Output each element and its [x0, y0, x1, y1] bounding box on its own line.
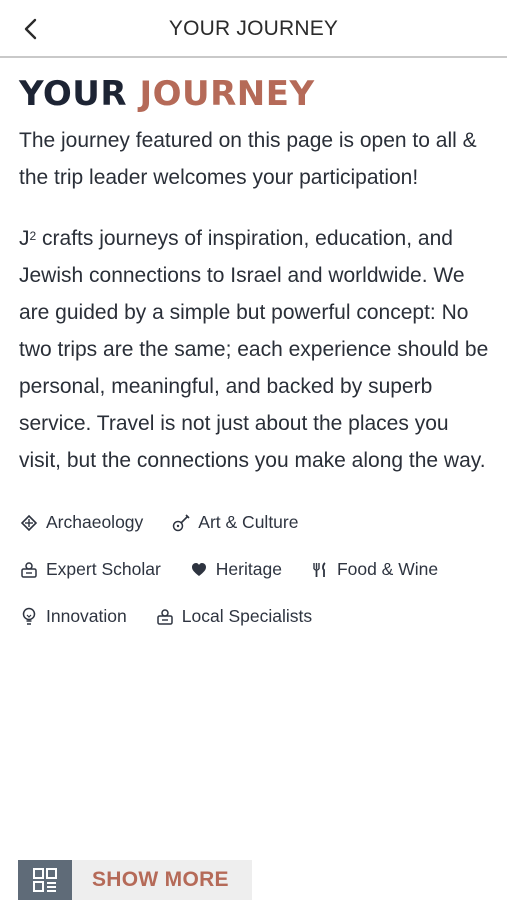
tag-archaeology: Archaeology	[19, 512, 143, 533]
tag-label: Expert Scholar	[46, 559, 161, 579]
lightbulb-icon	[19, 607, 39, 627]
show-more-button[interactable]: SHOW MORE	[18, 860, 252, 900]
tag-food-wine: Food & Wine	[310, 559, 438, 580]
tag-row: Expert Scholar Heritage Food & Wine	[19, 546, 489, 593]
description-text: crafts journeys of inspiration, educatio…	[19, 227, 489, 472]
top-nav-bar: YOUR JOURNEY	[0, 0, 507, 58]
tag-label: Heritage	[215, 559, 282, 579]
grid-icon	[33, 868, 57, 892]
journey-content: YOUR JOURNEY The journey featured on thi…	[19, 72, 489, 640]
tag-local-specialists: Local Specialists	[155, 606, 312, 627]
show-more-square	[18, 860, 72, 900]
archaeology-icon	[19, 513, 39, 533]
tag-label: Innovation	[46, 606, 127, 626]
tag-label: Archaeology	[46, 512, 144, 532]
tag-list: Archaeology Art & Culture Expert Scholar	[19, 499, 489, 640]
specialist-icon	[155, 607, 175, 627]
scholar-icon	[19, 560, 39, 580]
heart-icon	[189, 560, 209, 580]
tag-innovation: Innovation	[19, 606, 127, 627]
tag-row: Archaeology Art & Culture	[19, 499, 489, 546]
page-title-part2: JOURNEY	[139, 74, 315, 114]
show-more-label: SHOW MORE	[92, 868, 229, 891]
nav-title: YOUR JOURNEY	[168, 17, 339, 40]
tag-label: Art & Culture	[198, 512, 299, 532]
tag-heritage: Heritage	[189, 559, 282, 580]
tag-row: Innovation Local Specialists	[19, 593, 489, 640]
tag-art-culture: Art & Culture	[171, 512, 298, 533]
brand-name: J	[19, 227, 30, 250]
guitar-icon	[171, 513, 191, 533]
fork-knife-icon	[310, 560, 330, 580]
description-paragraph: J2 crafts journeys of inspiration, educa…	[19, 220, 489, 479]
tag-label: Local Specialists	[181, 606, 313, 626]
page-title: YOUR JOURNEY	[19, 72, 489, 116]
tag-label: Food & Wine	[336, 559, 439, 579]
tag-expert-scholar: Expert Scholar	[19, 559, 161, 580]
intro-paragraph: The journey featured on this page is ope…	[19, 129, 477, 189]
brand-superscript: 2	[29, 229, 37, 243]
page-title-part1: YOUR	[19, 74, 128, 114]
